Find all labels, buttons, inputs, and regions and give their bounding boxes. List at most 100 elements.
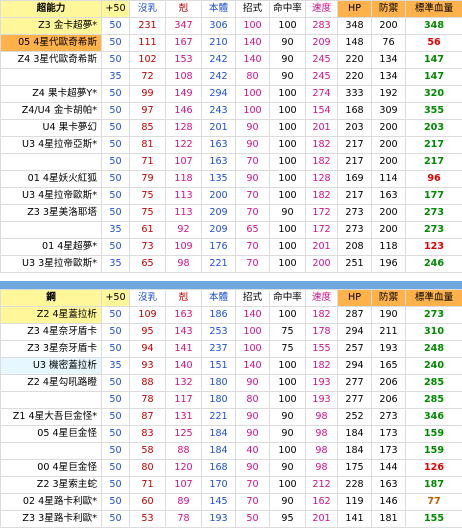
table-row: 02 4星路卡利歐*506089145709016211914677	[1, 494, 462, 511]
row-name: 05 4星巨金怪	[1, 426, 102, 443]
table-row: U3 4星拉帝歐斯*507511320070100182217163177	[1, 188, 462, 205]
row-body: 180	[202, 392, 236, 409]
row-move: 70	[236, 494, 270, 511]
row-accuracy: 75	[270, 341, 306, 358]
row-hp: 217	[338, 188, 372, 205]
row-std-hp: 123	[406, 239, 462, 256]
row-accuracy: 100	[270, 120, 306, 137]
row-speed: 201	[306, 120, 338, 137]
row-plus50: 50	[102, 188, 130, 205]
row-col-a: 80	[130, 460, 166, 477]
row-accuracy: 100	[270, 86, 306, 103]
row-name: 01 4星超夢*	[1, 239, 102, 256]
row-body: 184	[202, 426, 236, 443]
row-col-b: 153	[166, 52, 202, 69]
row-name: Z4 果卡超夢Y*	[1, 86, 102, 103]
row-move: 140	[236, 358, 270, 375]
bottom-table: 鋼+50沒乳剋本體招式命中率速度HP防禦標準血量Z2 4星蓋拉析50109163…	[0, 289, 462, 528]
row-col-b: 167	[166, 35, 202, 52]
table-row: Z4 果卡超夢Y*5099149294100100274333192320	[1, 86, 462, 103]
row-defense: 173	[372, 426, 406, 443]
row-col-a: 81	[130, 137, 166, 154]
row-move: 70	[236, 256, 270, 273]
row-body: 163	[202, 154, 236, 171]
row-accuracy: 100	[270, 188, 306, 205]
row-std-hp: 56	[406, 35, 462, 52]
row-name: Z3 3星美洛耶塔	[1, 205, 102, 222]
row-accuracy: 100	[270, 358, 306, 375]
row-name: U4 果卡夢幻	[1, 120, 102, 137]
row-hp: 220	[338, 52, 372, 69]
row-plus50: 50	[102, 154, 130, 171]
row-defense: 181	[372, 511, 406, 528]
row-col-a: 88	[130, 375, 166, 392]
header-row: 超能力+50沒乳剋本體招式命中率速度HP防禦標準血量	[1, 1, 462, 18]
table-row: 01 4星超夢*507310917670100201208118123	[1, 239, 462, 256]
row-hp: 148	[338, 35, 372, 52]
row-plus50: 50	[102, 392, 130, 409]
row-defense: 206	[372, 392, 406, 409]
row-accuracy: 75	[270, 324, 306, 341]
row-hp: 287	[338, 307, 372, 324]
row-col-b: 163	[166, 307, 202, 324]
row-col-b: 113	[166, 188, 202, 205]
row-name	[1, 69, 102, 86]
row-defense: 192	[372, 86, 406, 103]
spreadsheet: 超能力+50沒乳剋本體招式命中率速度HP防禦標準血量Z3 金卡超夢*502313…	[0, 0, 462, 466]
row-plus50: 50	[102, 494, 130, 511]
row-std-hp: 273	[406, 205, 462, 222]
table-row: 5058881844010098184173159	[1, 443, 462, 460]
row-plus50: 50	[102, 137, 130, 154]
row-defense: 309	[372, 103, 406, 120]
table-row: 507811718080100193277206285	[1, 392, 462, 409]
row-name	[1, 392, 102, 409]
row-accuracy: 100	[270, 18, 306, 35]
row-defense: 211	[372, 324, 406, 341]
table-row: Z2 4星勾吼路瞪508813218090100193277206285	[1, 375, 462, 392]
table-row: 35721082428090245220134147	[1, 69, 462, 86]
row-col-a: 53	[130, 511, 166, 528]
row-speed: 193	[306, 375, 338, 392]
table-row: Z3 4星奈牙盾卡509514325310075178294211310	[1, 324, 462, 341]
row-col-a: 93	[130, 358, 166, 375]
row-plus50: 50	[102, 239, 130, 256]
row-hp: 175	[338, 460, 372, 477]
row-col-b: 113	[166, 205, 202, 222]
row-body: 180	[202, 375, 236, 392]
row-name: Z2 4星勾吼路瞪	[1, 375, 102, 392]
row-hp: 203	[338, 120, 372, 137]
row-name: U3 4星拉帝歐斯*	[1, 188, 102, 205]
row-move: 140	[236, 52, 270, 69]
row-std-hp: 203	[406, 120, 462, 137]
row-col-b: 141	[166, 341, 202, 358]
row-col-b: 118	[166, 171, 202, 188]
header-move: 招式	[236, 1, 270, 18]
row-hp: 252	[338, 409, 372, 426]
row-std-hp: 355	[406, 103, 462, 120]
row-body: 209	[202, 222, 236, 239]
row-body: 294	[202, 86, 236, 103]
row-accuracy: 100	[270, 392, 306, 409]
header-hp: HP	[338, 1, 372, 18]
table-row: Z4 3星代歐奇希斯5010215324214090245220134147	[1, 52, 462, 69]
row-hp: 184	[338, 443, 372, 460]
row-plus50: 50	[102, 409, 130, 426]
row-col-a: 61	[130, 222, 166, 239]
row-body: 168	[202, 460, 236, 477]
row-col-b: 109	[166, 239, 202, 256]
row-body: 135	[202, 171, 236, 188]
top-table: 超能力+50沒乳剋本體招式命中率速度HP防禦標準血量Z3 金卡超夢*502313…	[0, 0, 462, 273]
row-hp: 277	[338, 392, 372, 409]
row-move: 140	[236, 307, 270, 324]
row-defense: 146	[372, 494, 406, 511]
row-move: 80	[236, 392, 270, 409]
row-col-a: 95	[130, 324, 166, 341]
row-move: 90	[236, 426, 270, 443]
row-defense: 200	[372, 120, 406, 137]
row-hp: 220	[338, 69, 372, 86]
row-plus50: 50	[102, 171, 130, 188]
table-row: 05 4星巨金怪5083125184909098184173159	[1, 426, 462, 443]
row-plus50: 50	[102, 375, 130, 392]
header-body: 本體	[202, 290, 236, 307]
header-col-a: 沒乳	[130, 1, 166, 18]
